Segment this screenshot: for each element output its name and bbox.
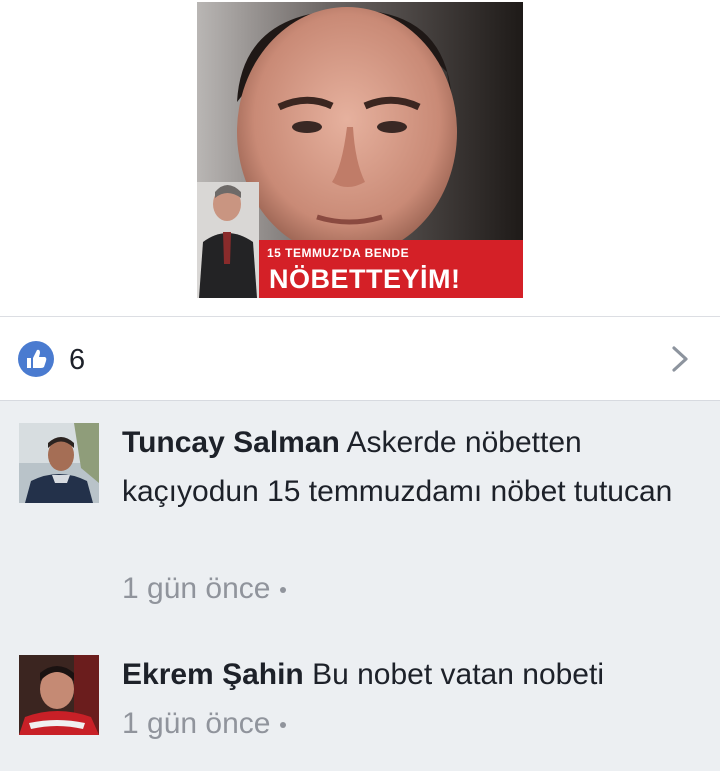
comment-author[interactable]: Tuncay Salman [122,426,340,459]
banner-title: NÖBETTEYİM! [269,264,461,294]
separator-dot [280,587,287,594]
comment-author[interactable]: Ekrem Şahin [122,658,304,691]
comment-time[interactable]: 1 gün önce [122,572,270,605]
comment-time[interactable]: 1 gün önce [122,707,270,740]
avatar[interactable] [19,655,99,735]
post-image[interactable]: 15 TEMMUZ'DA BENDE NÖBETTEYİM! [197,2,523,298]
comment-text: Bu nobet vatan nobeti [312,658,604,691]
chevron-right-icon[interactable] [666,343,694,375]
comment-meta: 1 gün önce [122,707,287,741]
comment-body: Ekrem Şahin Bu nobet vatan nobeti [122,650,707,699]
divider [0,400,720,401]
separator-dot [280,722,287,729]
avatar[interactable] [19,423,99,503]
reaction-bar[interactable]: 6 [0,317,720,400]
post-image-area: 15 TEMMUZ'DA BENDE NÖBETTEYİM! [0,0,720,316]
like-count[interactable]: 6 [69,344,85,377]
comment-meta: 1 gün önce [122,572,287,606]
banner-subtitle: 15 TEMMUZ'DA BENDE [267,246,410,260]
thumbs-up-icon[interactable] [18,341,54,377]
comment-body: Tuncay Salman Askerde nöbetten kaçıyodun… [122,418,707,516]
